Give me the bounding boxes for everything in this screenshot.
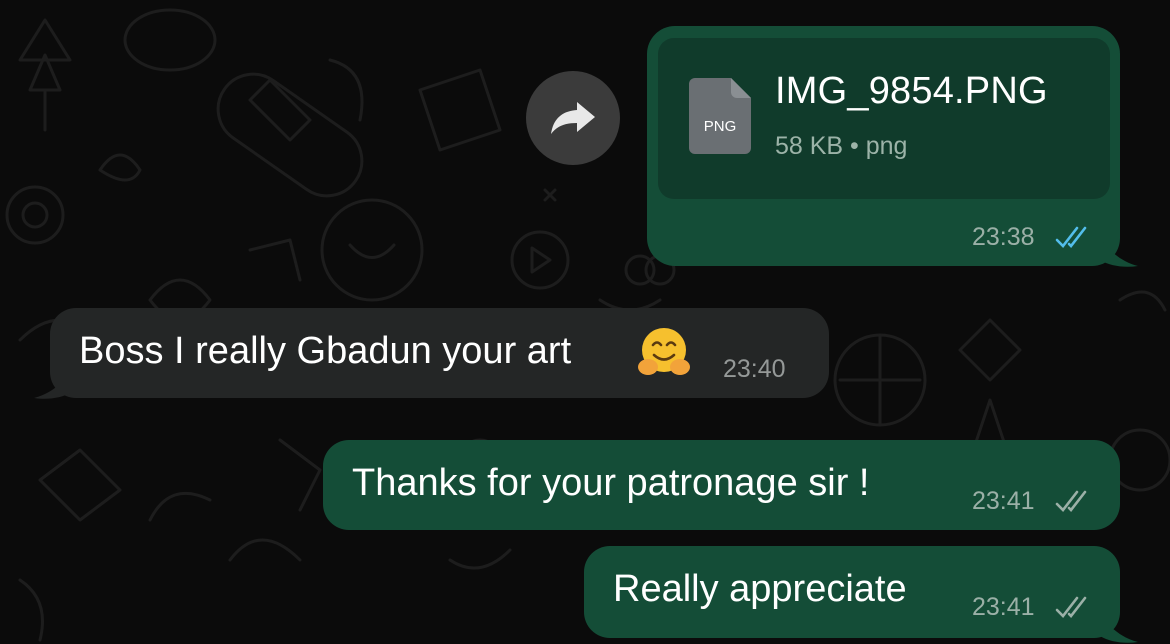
file-type-badge: PNG: [704, 118, 737, 135]
outgoing-message[interactable]: Thanks for your patronage sir ! 23:41: [323, 440, 1120, 530]
delivered-receipt-icon: [1055, 596, 1087, 618]
bubble-tail: [34, 370, 72, 399]
hugging-face-emoji: [638, 328, 690, 375]
file-attachment-card[interactable]: PNG IMG_9854.PNG 58 KB • png: [658, 38, 1110, 199]
outgoing-message[interactable]: Really appreciate 23:41: [584, 546, 1120, 638]
forward-button[interactable]: [526, 71, 620, 165]
incoming-message[interactable]: Boss I really Gbadun your art 23:40: [50, 308, 829, 398]
message-text: Thanks for your patronage sir !: [352, 462, 870, 504]
message-text: Boss I really Gbadun your art: [79, 330, 572, 372]
message-time: 23:40: [723, 355, 786, 383]
read-receipt-icon: [1055, 226, 1087, 248]
file-name: IMG_9854.PNG: [775, 70, 1048, 112]
message-time: 23:41: [972, 487, 1035, 515]
message-text: Really appreciate: [613, 568, 907, 610]
outgoing-message-file[interactable]: PNG IMG_9854.PNG 58 KB • png 23:38: [647, 26, 1120, 266]
bubble-tail: [1100, 238, 1138, 267]
png-file-icon: PNG: [689, 78, 751, 154]
message-time: 23:38: [972, 223, 1035, 251]
forward-arrow-icon: [551, 102, 595, 134]
bubble-tail: [1100, 614, 1138, 643]
file-meta: 58 KB • png: [775, 132, 908, 160]
message-time: 23:41: [972, 593, 1035, 621]
delivered-receipt-icon: [1055, 490, 1087, 512]
